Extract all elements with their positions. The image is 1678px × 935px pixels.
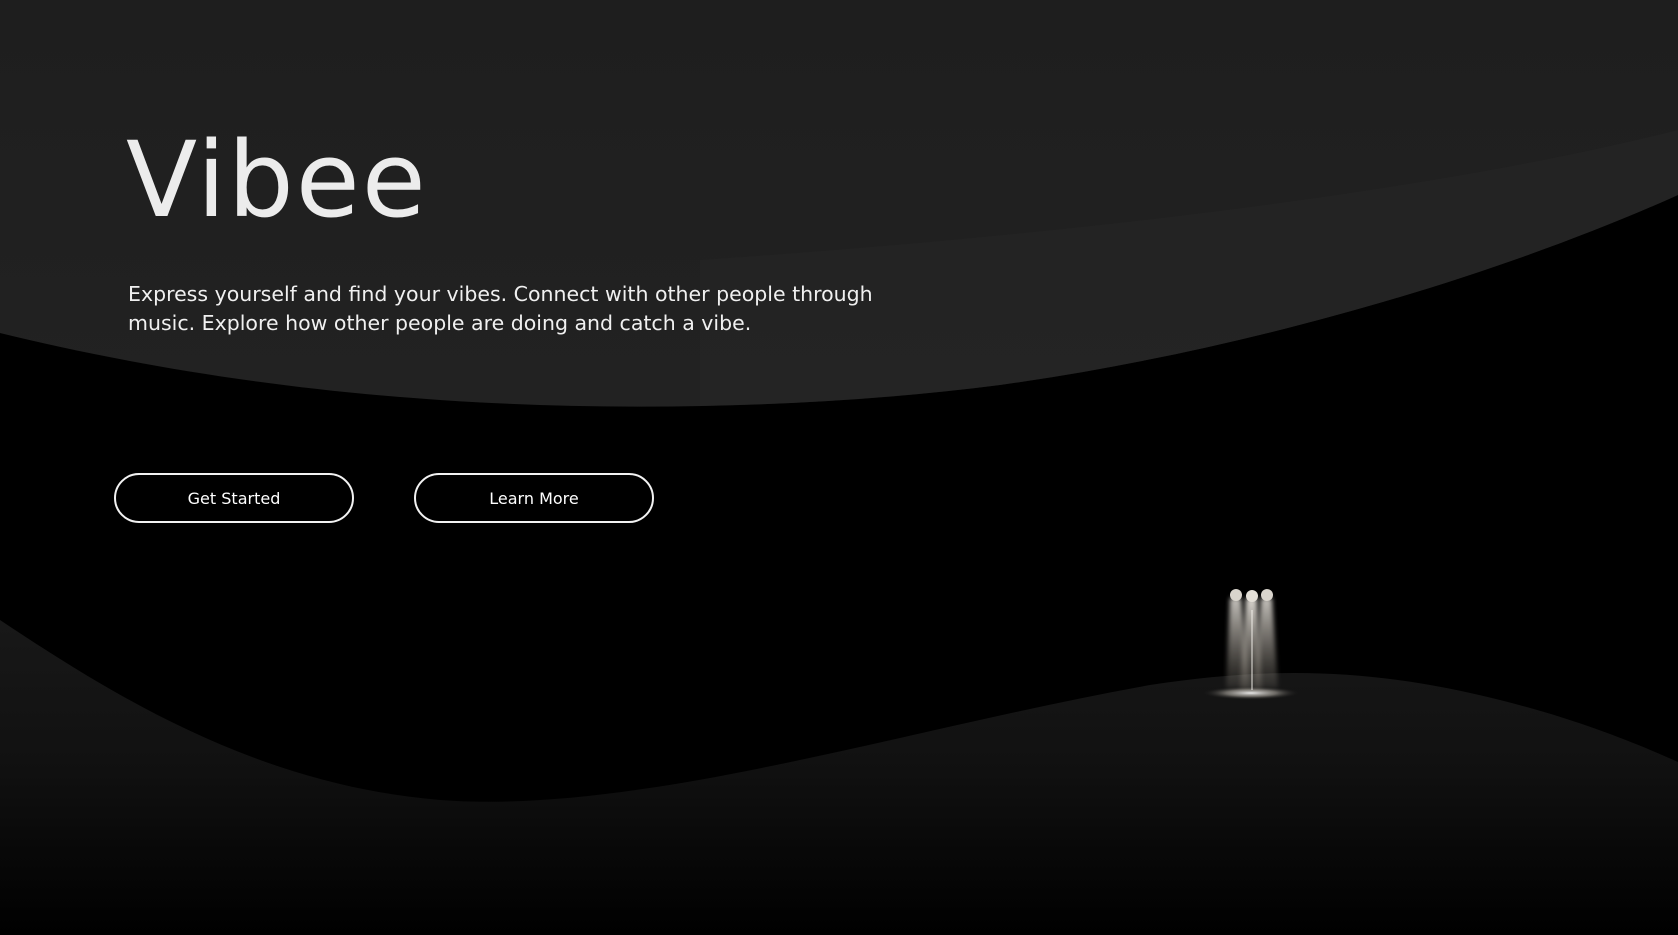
learn-more-button[interactable]: Learn More xyxy=(414,473,654,523)
hero-title: Vibee xyxy=(126,119,428,241)
landing-page: Vibee Express yourself and find your vib… xyxy=(0,0,1678,935)
get-started-button[interactable]: Get Started xyxy=(114,473,354,523)
hero-tagline: Express yourself and find your vibes. Co… xyxy=(128,282,873,335)
